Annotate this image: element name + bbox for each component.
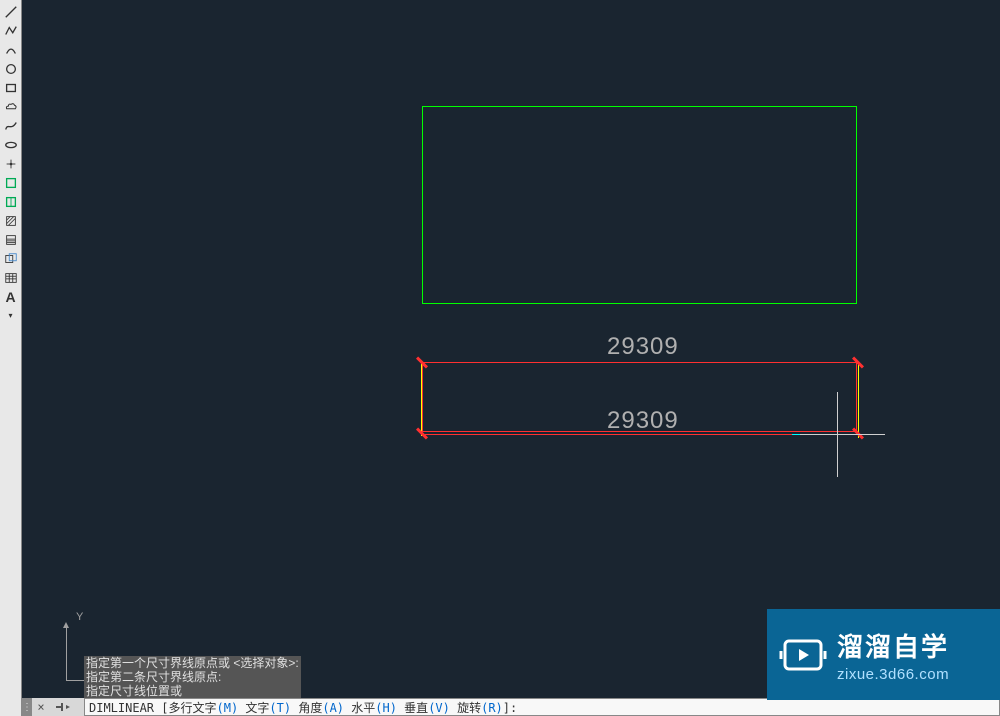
cmd-history-line: 指定第一个尺寸界线原点或 <选择对象>: [84,656,301,670]
left-toolbar: A ▾ [0,0,22,716]
line-tool[interactable] [2,3,20,21]
extension-line-right [858,363,859,438]
command-input[interactable]: DIMLINEAR [多行文字(M) 文字(T) 角度(A) 水平(H) 垂直(… [84,698,1000,716]
ucs-y-label: Y [76,611,83,623]
green-rectangle-object[interactable] [422,106,857,304]
hatch-tool[interactable] [2,212,20,230]
more-tool[interactable]: ▾ [2,307,20,325]
table-tool[interactable] [2,269,20,287]
tick-mark-icon [416,357,428,369]
ellipse-tool[interactable] [2,136,20,154]
cmd-name: DIMLINEAR [89,701,154,715]
command-input-area: ⋮ × DIMLINEAR [多行文字(M) 文字(T) 角度(A) 水平(H)… [22,698,1000,716]
extension-line-left [421,363,422,436]
play-icon [779,631,827,679]
polyline-tool[interactable] [2,22,20,40]
cmd-history-line: 指定第二条尺寸界线原点: [84,670,301,684]
command-history-panel: 指定第一个尺寸界线原点或 <选择对象>: 指定第二条尺寸界线原点: 指定尺寸线位… [84,656,301,698]
cloud-tool[interactable] [2,98,20,116]
gradient-tool[interactable] [2,231,20,249]
dimension-line-red [425,434,812,435]
cmd-grip-handle[interactable]: ⋮ [22,698,32,716]
dimension-value-1: 29309 [607,333,679,361]
spline-tool[interactable] [2,117,20,135]
arc-tool[interactable] [2,41,20,59]
cursor-crosshair-horizontal [800,434,885,435]
tick-mark-icon [416,428,428,440]
block-tool[interactable] [2,174,20,192]
watermark-brand: 溜溜自学 [837,627,949,664]
cmd-prompt-icon [50,698,84,716]
point-tool[interactable] [2,155,20,173]
insert-tool[interactable] [2,193,20,211]
tick-mark-icon [852,357,864,369]
text-tool[interactable]: A [2,288,20,306]
cmd-close-button[interactable]: × [32,698,50,716]
watermark-logo: 溜溜自学 zixue.3d66.com [767,609,1000,700]
cmd-history-line: 指定尺寸线位置或 [84,684,301,698]
dimension-value-2: 29309 [607,407,679,435]
watermark-url: zixue.3d66.com [837,666,949,683]
rectangle-tool[interactable] [2,79,20,97]
circle-tool[interactable] [2,60,20,78]
region-tool[interactable] [2,250,20,268]
